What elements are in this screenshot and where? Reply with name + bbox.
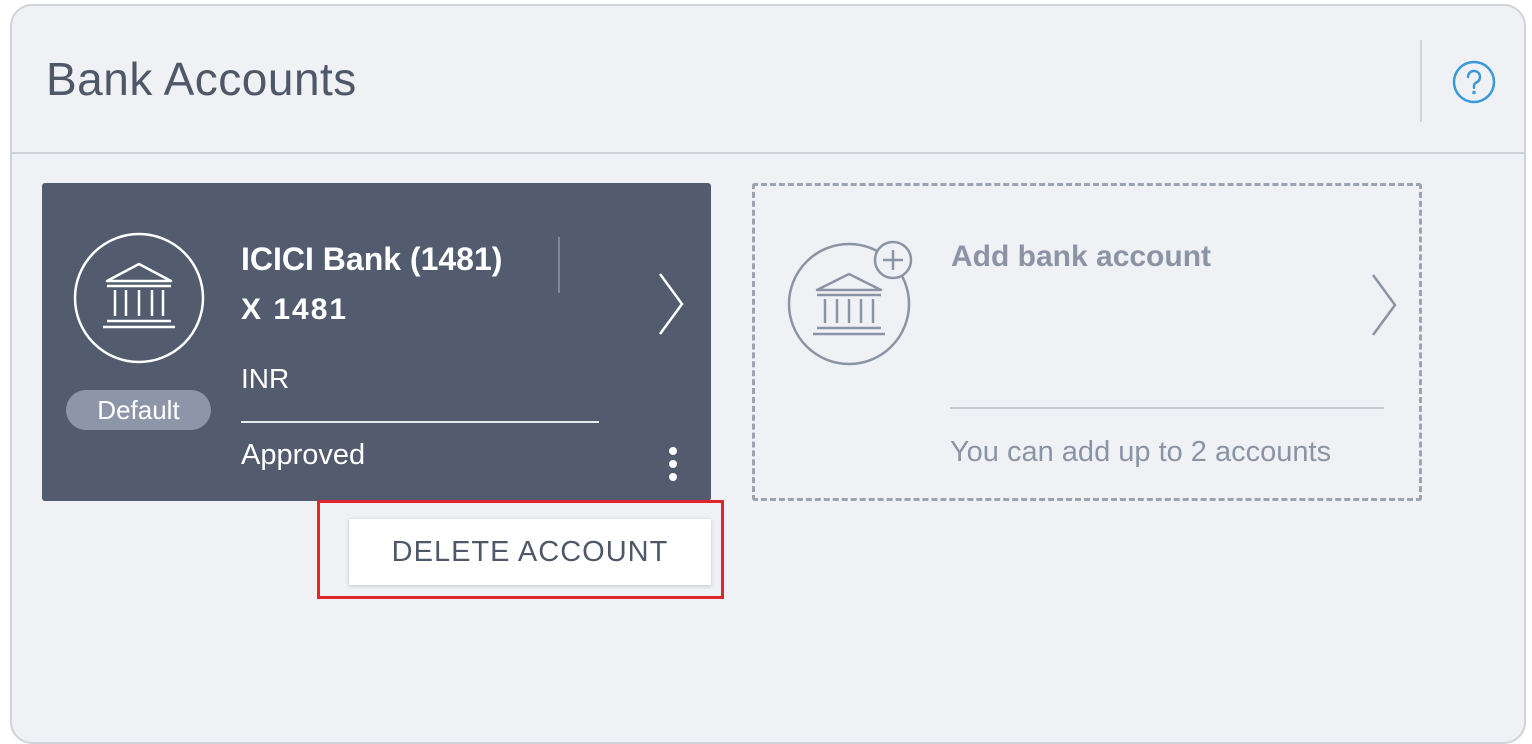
card-separator — [241, 421, 599, 423]
delete-account-button[interactable]: DELETE ACCOUNT — [349, 519, 711, 585]
card-divider — [558, 237, 560, 293]
chevron-right-icon[interactable] — [656, 271, 686, 337]
account-status: Approved — [241, 439, 366, 471]
bank-icon — [73, 232, 205, 364]
kebab-menu-icon[interactable] — [660, 447, 686, 483]
page-title: Bank Accounts — [46, 53, 357, 105]
account-currency: INR — [241, 363, 290, 394]
header-divider — [1420, 40, 1422, 122]
add-card-separator — [950, 407, 1384, 409]
add-bank-account-card[interactable]: Add bank account You can add up to 2 acc… — [752, 183, 1422, 501]
account-limit-text: You can add up to 2 accounts — [950, 436, 1332, 468]
default-badge: Default — [66, 390, 211, 430]
chevron-right-icon — [1371, 274, 1397, 336]
account-name: ICICI Bank (1481) — [241, 241, 503, 277]
account-number: X 1481 — [241, 293, 349, 326]
help-icon[interactable] — [1452, 60, 1496, 104]
add-bank-account-label: Add bank account — [951, 240, 1212, 273]
bank-account-card[interactable]: Default ICICI Bank (1481) X 1481 INR App… — [42, 183, 711, 501]
panel-header: Bank Accounts — [12, 6, 1524, 154]
add-bank-icon — [787, 240, 913, 366]
